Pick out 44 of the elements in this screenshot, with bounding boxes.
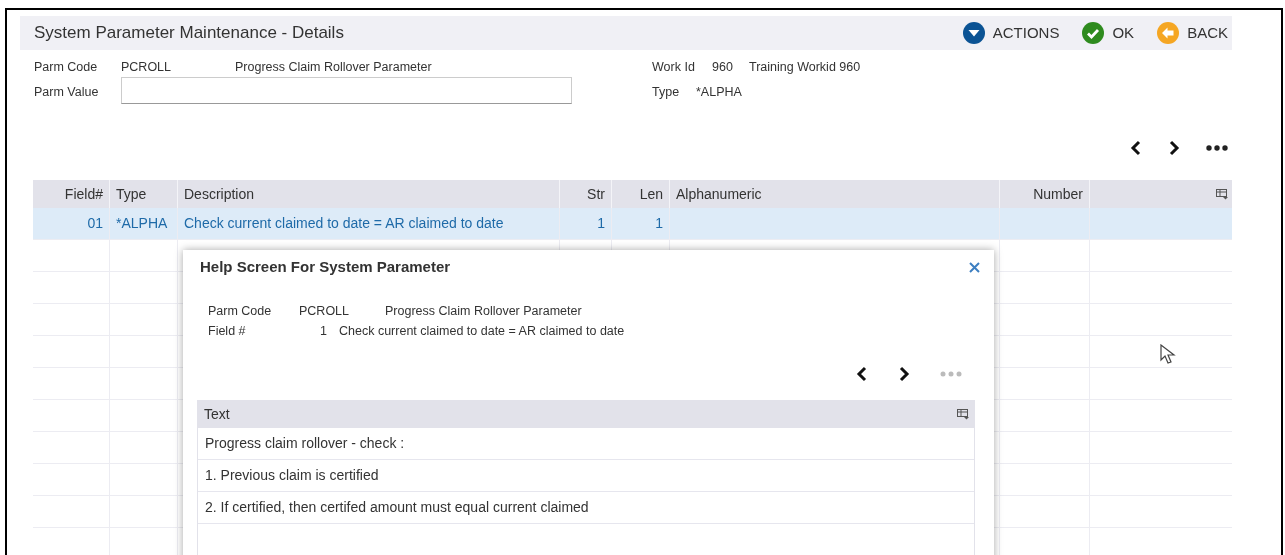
previous-icon[interactable] <box>1130 140 1142 156</box>
next-icon[interactable] <box>898 366 910 382</box>
field-label: Type <box>652 84 680 101</box>
check-icon <box>1082 22 1105 44</box>
table-cell-text: Check current claimed to date = AR claimed to date <box>184 214 504 233</box>
page-title: System Parameter Maintenance - Details <box>34 22 344 45</box>
field-value: Training Workid 960 <box>749 59 861 76</box>
field-label: Work Id <box>652 59 695 76</box>
field-label: Parm Code <box>208 303 272 320</box>
more-icon <box>940 371 962 377</box>
table-cell-text: 1 <box>597 214 605 233</box>
field-value: PCROLL <box>299 303 350 320</box>
column-settings-icon[interactable] <box>957 408 969 420</box>
more-icon[interactable] <box>1206 145 1228 151</box>
mouse-pointer-icon <box>1160 344 1176 366</box>
field-value: Progress Claim Rollover Parameter <box>385 303 582 320</box>
parm-value-field[interactable] <box>121 77 572 104</box>
field-label: Parm Code <box>34 59 98 76</box>
close-icon <box>969 261 980 273</box>
table-cell-text: 01 <box>87 214 103 233</box>
dialog-title: Help Screen For System Parameter <box>200 256 451 277</box>
field-value: 1 <box>320 323 327 340</box>
back-button[interactable]: BACK <box>1157 21 1228 45</box>
previous-icon[interactable] <box>856 366 868 382</box>
field-label: Field # <box>208 323 246 340</box>
actions-button[interactable]: ACTIONS <box>962 21 1060 45</box>
text-line: Progress claim rollover - check : <box>205 434 405 453</box>
field-value: *ALPHA <box>696 84 742 101</box>
column-settings-icon[interactable] <box>1216 188 1228 200</box>
field-value: Progress Claim Rollover Parameter <box>235 59 432 76</box>
close-button[interactable] <box>969 261 980 273</box>
table-cell-text: *ALPHA <box>116 214 168 233</box>
table-row[interactable]: 01 *ALPHA Check current claimed to date = AR claimed to date 1 1 <box>33 208 1232 240</box>
ok-button[interactable]: OK <box>1082 21 1135 45</box>
text-line: 2. If certified, then certifed amount must equal current claimed <box>205 498 589 517</box>
next-icon[interactable] <box>1168 140 1180 156</box>
column-header[interactable]: Text <box>204 403 230 425</box>
field-label: Parm Value <box>34 84 99 101</box>
field-value: 960 <box>712 59 733 76</box>
field-value: Check current claimed to date = AR claimed to date <box>339 323 625 340</box>
table-cell-text: 1 <box>655 214 663 233</box>
dropdown-icon <box>962 22 985 44</box>
text-line: 1. Previous claim is certified <box>205 466 379 485</box>
field-value: PCROLL <box>121 59 172 76</box>
